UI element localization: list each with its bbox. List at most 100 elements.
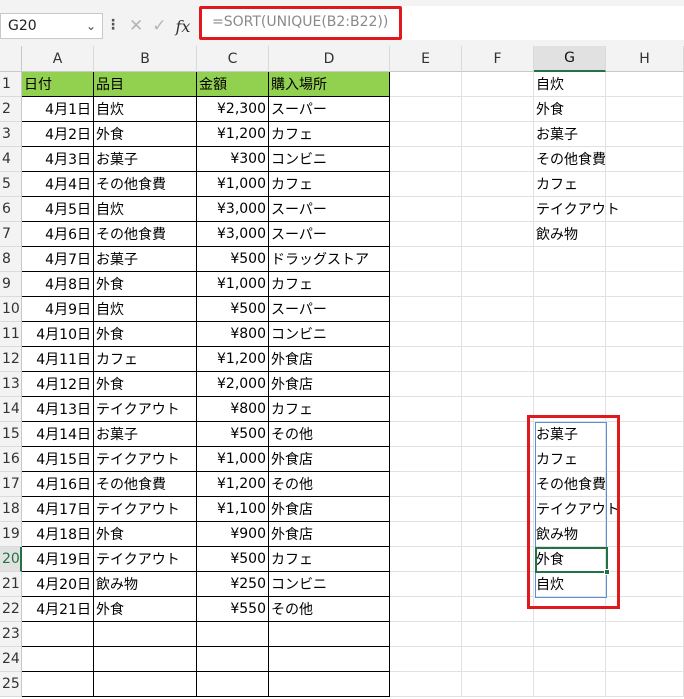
cell-g3[interactable]: お菓子 xyxy=(534,122,606,147)
cell-a18[interactable]: 4月17日 xyxy=(22,497,94,522)
column-header-b[interactable]: B xyxy=(94,46,197,72)
cell-d1[interactable]: 購入場所 xyxy=(269,72,390,97)
cell-g24[interactable] xyxy=(534,647,606,672)
cell-a2[interactable]: 4月1日 xyxy=(22,97,94,122)
cell-f21[interactable] xyxy=(462,572,534,597)
cell-d24[interactable] xyxy=(269,647,390,672)
cell-f1[interactable] xyxy=(462,72,534,97)
cell-g7[interactable]: 飲み物 xyxy=(534,222,606,247)
cell-d18[interactable]: 外食店 xyxy=(269,497,390,522)
row-header-18[interactable]: 18 xyxy=(0,497,22,522)
cell-f12[interactable] xyxy=(462,347,534,372)
row-header-25[interactable]: 25 xyxy=(0,672,22,697)
cell-c24[interactable] xyxy=(197,647,269,672)
cell-e11[interactable] xyxy=(390,322,462,347)
cell-d21[interactable]: コンビニ xyxy=(269,572,390,597)
cell-a20[interactable]: 4月19日 xyxy=(22,547,94,572)
cell-d10[interactable]: スーパー xyxy=(269,297,390,322)
column-header-f[interactable]: F xyxy=(462,46,534,72)
cell-c9[interactable]: ¥1,000 xyxy=(197,272,269,297)
cell-d2[interactable]: スーパー xyxy=(269,97,390,122)
row-header-2[interactable]: 2 xyxy=(0,97,22,122)
cell-c1[interactable]: 金額 xyxy=(197,72,269,97)
row-header-9[interactable]: 9 xyxy=(0,272,22,297)
more-options-icon[interactable]: ⋮ xyxy=(106,14,120,36)
cell-a13[interactable]: 4月12日 xyxy=(22,372,94,397)
cell-c20[interactable]: ¥500 xyxy=(197,547,269,572)
cell-h1[interactable] xyxy=(606,72,684,97)
row-header-8[interactable]: 8 xyxy=(0,247,22,272)
cell-b14[interactable]: テイクアウト xyxy=(94,397,197,422)
cell-a11[interactable]: 4月10日 xyxy=(22,322,94,347)
cell-b5[interactable]: その他食費 xyxy=(94,172,197,197)
cell-e22[interactable] xyxy=(390,597,462,622)
cell-b10[interactable]: 自炊 xyxy=(94,297,197,322)
cell-a4[interactable]: 4月3日 xyxy=(22,147,94,172)
cell-a21[interactable]: 4月20日 xyxy=(22,572,94,597)
row-header-20[interactable]: 20 xyxy=(0,547,22,572)
cell-b13[interactable]: 外食 xyxy=(94,372,197,397)
column-header-e[interactable]: E xyxy=(390,46,462,72)
row-header-3[interactable]: 3 xyxy=(0,122,22,147)
cell-h11[interactable] xyxy=(606,322,684,347)
cell-f11[interactable] xyxy=(462,322,534,347)
cell-d7[interactable]: スーパー xyxy=(269,222,390,247)
cell-f9[interactable] xyxy=(462,272,534,297)
cell-e18[interactable] xyxy=(390,497,462,522)
cell-d4[interactable]: コンビニ xyxy=(269,147,390,172)
row-header-4[interactable]: 4 xyxy=(0,147,22,172)
row-header-17[interactable]: 17 xyxy=(0,472,22,497)
cell-e24[interactable] xyxy=(390,647,462,672)
cell-a1[interactable]: 日付 xyxy=(22,72,94,97)
cell-c18[interactable]: ¥1,100 xyxy=(197,497,269,522)
cell-e6[interactable] xyxy=(390,197,462,222)
cell-b18[interactable]: テイクアウト xyxy=(94,497,197,522)
cell-b17[interactable]: その他食費 xyxy=(94,472,197,497)
cell-f15[interactable] xyxy=(462,422,534,447)
row-header-10[interactable]: 10 xyxy=(0,297,22,322)
cell-b7[interactable]: その他食費 xyxy=(94,222,197,247)
cell-a8[interactable]: 4月7日 xyxy=(22,247,94,272)
cell-f2[interactable] xyxy=(462,97,534,122)
column-header-c[interactable]: C xyxy=(197,46,269,72)
row-header-13[interactable]: 13 xyxy=(0,372,22,397)
enter-icon[interactable]: ✓ xyxy=(152,16,166,36)
cell-e10[interactable] xyxy=(390,297,462,322)
cell-g6[interactable]: テイクアウト xyxy=(534,197,620,222)
cell-d13[interactable]: 外食店 xyxy=(269,372,390,397)
row-header-24[interactable]: 24 xyxy=(0,647,22,672)
cell-g11[interactable] xyxy=(534,322,606,347)
row-header-22[interactable]: 22 xyxy=(0,597,22,622)
row-header-7[interactable]: 7 xyxy=(0,222,22,247)
cell-a22[interactable]: 4月21日 xyxy=(22,597,94,622)
cell-b2[interactable]: 自炊 xyxy=(94,97,197,122)
cell-g23[interactable] xyxy=(534,622,606,647)
cell-e7[interactable] xyxy=(390,222,462,247)
cell-e12[interactable] xyxy=(390,347,462,372)
cell-c5[interactable]: ¥1,000 xyxy=(197,172,269,197)
cell-g4[interactable]: その他食費 xyxy=(534,147,606,172)
cell-c4[interactable]: ¥300 xyxy=(197,147,269,172)
cell-f17[interactable] xyxy=(462,472,534,497)
cell-d5[interactable]: カフェ xyxy=(269,172,390,197)
cell-e23[interactable] xyxy=(390,622,462,647)
cell-b9[interactable]: 外食 xyxy=(94,272,197,297)
cell-d23[interactable] xyxy=(269,622,390,647)
cell-b16[interactable]: テイクアウト xyxy=(94,447,197,472)
column-header-g[interactable]: G xyxy=(534,46,606,72)
column-header-d[interactable]: D xyxy=(269,46,390,72)
cell-d25[interactable] xyxy=(269,672,390,697)
cell-f19[interactable] xyxy=(462,522,534,547)
cell-c3[interactable]: ¥1,200 xyxy=(197,122,269,147)
cell-b25[interactable] xyxy=(94,672,197,697)
chevron-down-icon[interactable]: ⌄ xyxy=(86,19,96,33)
cell-e20[interactable] xyxy=(390,547,462,572)
cell-b4[interactable]: お菓子 xyxy=(94,147,197,172)
cell-g8[interactable] xyxy=(534,247,606,272)
cell-a25[interactable] xyxy=(22,672,94,697)
cell-c25[interactable] xyxy=(197,672,269,697)
row-header-11[interactable]: 11 xyxy=(0,322,22,347)
cell-f4[interactable] xyxy=(462,147,534,172)
cell-c11[interactable]: ¥800 xyxy=(197,322,269,347)
cell-a16[interactable]: 4月15日 xyxy=(22,447,94,472)
